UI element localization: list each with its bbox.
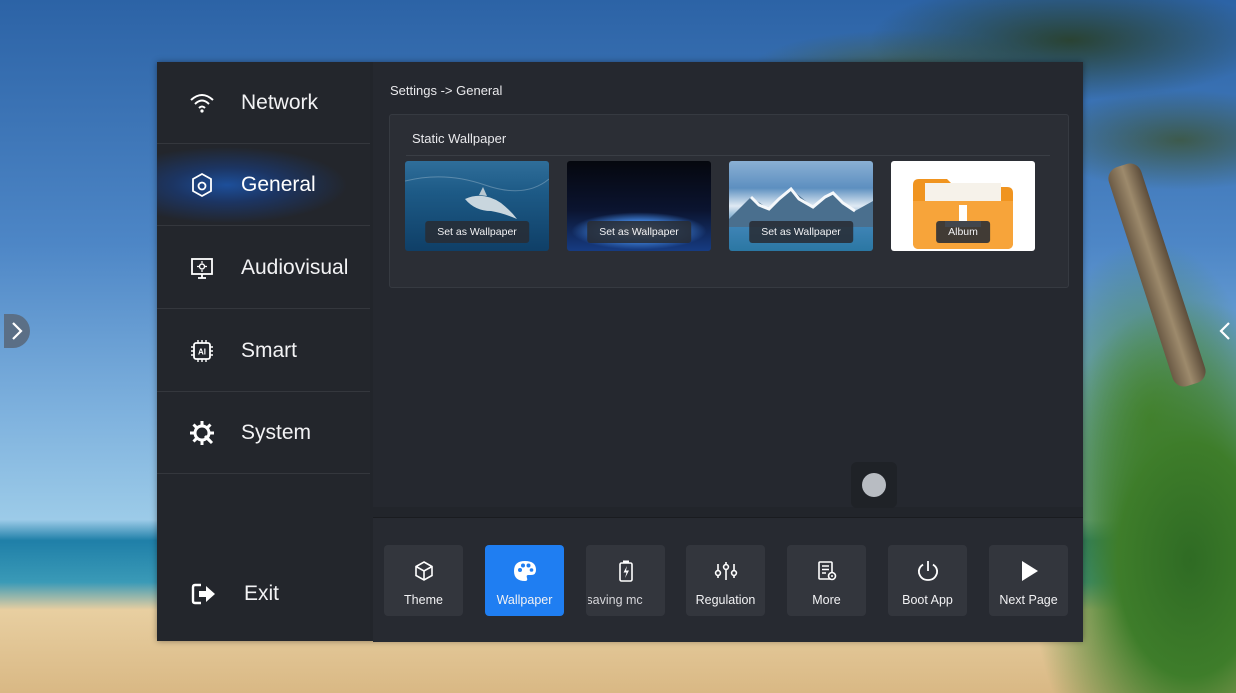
wallpaper-thumb-earth[interactable]: Set as Wallpaper xyxy=(567,161,711,251)
toolbar-next-page-button[interactable]: Next Page xyxy=(989,545,1068,616)
sliders-icon xyxy=(714,559,738,583)
toolbar-label: Theme xyxy=(404,593,443,607)
album-button[interactable]: Album xyxy=(936,221,990,243)
settings-sidebar: Network General Audiovisual AI Smart Sys… xyxy=(157,62,370,641)
document-gear-icon xyxy=(815,559,839,583)
sidebar-item-label: System xyxy=(241,420,312,444)
sidebar-item-network[interactable]: Network xyxy=(157,62,370,144)
svg-text:AI: AI xyxy=(198,347,206,356)
set-as-wallpaper-button[interactable]: Set as Wallpaper xyxy=(587,221,691,243)
exit-icon xyxy=(190,580,218,608)
set-as-wallpaper-button[interactable]: Set as Wallpaper xyxy=(425,221,529,243)
static-wallpaper-title: Static Wallpaper xyxy=(412,131,507,146)
chevron-left-icon xyxy=(1219,322,1230,340)
ai-chip-icon: AI xyxy=(187,336,217,366)
exit-button[interactable]: Exit xyxy=(157,562,370,626)
sidebar-item-smart[interactable]: AI Smart xyxy=(157,310,370,392)
general-settings-icon xyxy=(187,170,217,200)
play-icon xyxy=(1017,559,1041,583)
toolbar-label: More xyxy=(812,593,841,607)
assist-dot-icon xyxy=(862,473,886,497)
sidebar-item-label: Audiovisual xyxy=(241,255,349,279)
cube-icon xyxy=(412,559,436,583)
general-content: Settings -> General Static Wallpaper Set… xyxy=(373,62,1083,507)
album-thumb[interactable]: Album xyxy=(891,161,1035,251)
divider xyxy=(406,155,1050,156)
toolbar-regulation-button[interactable]: Regulation xyxy=(686,545,765,616)
static-wallpaper-card: Static Wallpaper Set as Wallpaper Set as… xyxy=(389,114,1069,288)
chevron-right-icon xyxy=(12,322,23,340)
sidebar-item-label: General xyxy=(241,172,316,196)
sidebar-item-label: Network xyxy=(241,90,319,114)
right-edge-arrow[interactable] xyxy=(1212,314,1236,348)
toolbar-label: Wallpaper xyxy=(496,593,553,607)
palette-icon xyxy=(513,559,537,583)
sidebar-item-system[interactable]: System xyxy=(157,392,370,474)
toolbar-wallpaper-button[interactable]: Wallpaper xyxy=(485,545,564,616)
floating-assist-button[interactable] xyxy=(851,462,897,508)
exit-label: Exit xyxy=(244,582,280,605)
toolbar-label: Regulation xyxy=(695,593,756,607)
sidebar-item-general[interactable]: General xyxy=(157,144,370,226)
sidebar-item-audiovisual[interactable]: Audiovisual xyxy=(157,227,370,309)
system-gear-icon xyxy=(187,418,217,448)
toolbar-more-button[interactable]: More xyxy=(787,545,866,616)
wallpaper-thumb-mountains[interactable]: Set as Wallpaper xyxy=(729,161,873,251)
settings-panel: Network General Audiovisual AI Smart Sys… xyxy=(157,62,1083,642)
general-toolbar: Theme Wallpaper y-saving mc Regulation M… xyxy=(373,517,1083,642)
power-icon xyxy=(916,559,940,583)
toolbar-label: y-saving mc xyxy=(588,593,643,607)
set-as-wallpaper-button[interactable]: Set as Wallpaper xyxy=(749,221,853,243)
toolbar-label: Boot App xyxy=(902,593,953,607)
toolbar-energy-saving-button[interactable]: y-saving mc xyxy=(586,545,665,616)
battery-icon xyxy=(614,559,638,583)
monitor-icon xyxy=(187,253,217,283)
wallpaper-thumb-dolphin[interactable]: Set as Wallpaper xyxy=(405,161,549,251)
breadcrumb: Settings -> General xyxy=(390,83,503,98)
toolbar-theme-button[interactable]: Theme xyxy=(384,545,463,616)
toolbar-boot-app-button[interactable]: Boot App xyxy=(888,545,967,616)
toolbar-label: Next Page xyxy=(999,593,1058,607)
sidebar-item-label: Smart xyxy=(241,338,298,362)
wifi-icon xyxy=(187,88,217,118)
